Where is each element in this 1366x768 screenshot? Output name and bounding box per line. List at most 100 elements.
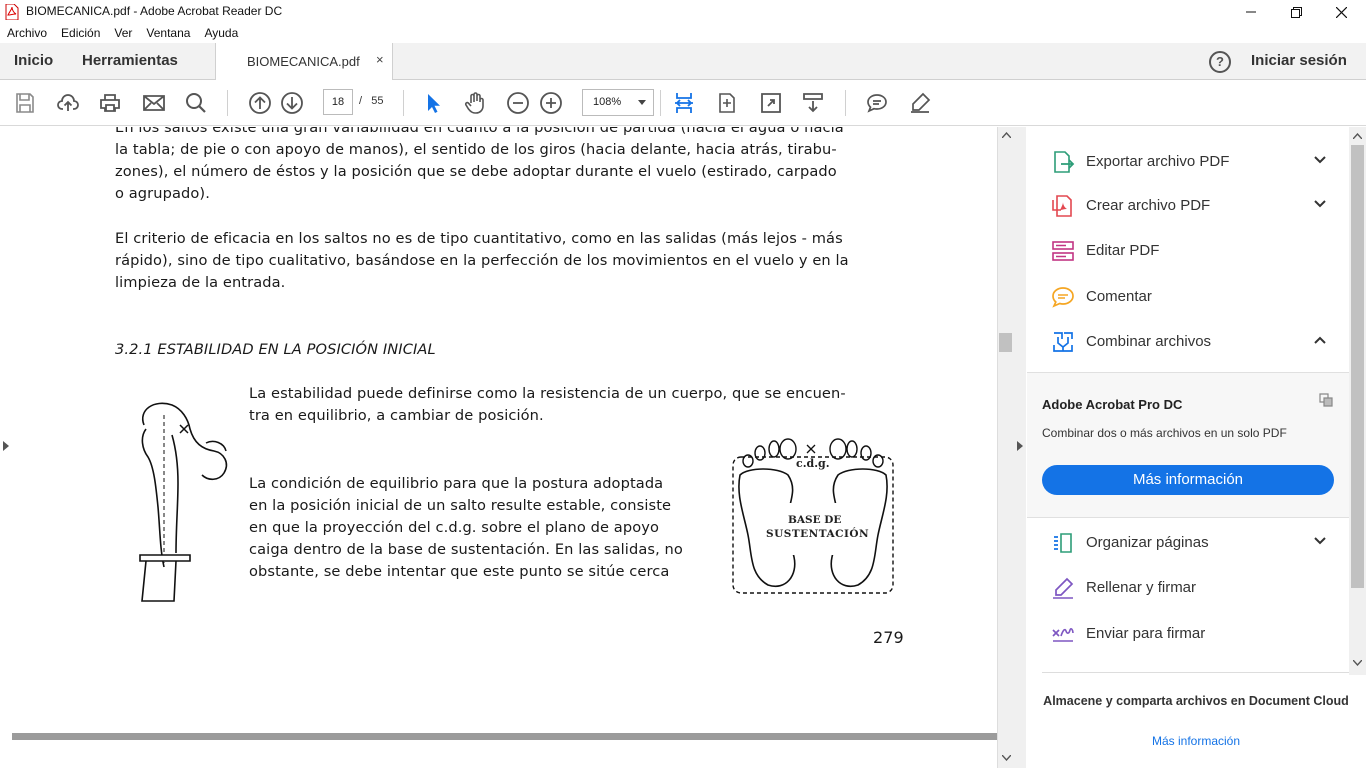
fullscreen-icon[interactable] <box>759 91 783 115</box>
menu-ventana[interactable]: Ventana <box>132 24 190 43</box>
document-scroll-thumb[interactable] <box>999 333 1012 352</box>
print-icon[interactable] <box>98 91 122 115</box>
maximize-button[interactable] <box>1273 0 1319 24</box>
prev-page-icon[interactable] <box>248 91 272 115</box>
comment-bubble-icon <box>1052 287 1074 308</box>
menu-ayuda[interactable]: Ayuda <box>190 24 238 43</box>
text-line: tra en equilibrio, a cambiar de posición… <box>249 407 544 424</box>
tool-label: Crear archivo PDF <box>1086 197 1211 214</box>
expand-left-pane-icon <box>3 441 9 451</box>
fill-sign-icon <box>1053 577 1074 599</box>
chevron-up-icon <box>1314 336 1326 344</box>
help-icon[interactable]: ? <box>1209 51 1231 73</box>
signin-button[interactable]: Iniciar sesión <box>1251 43 1347 79</box>
email-icon[interactable] <box>142 91 166 115</box>
tool-edit-pdf[interactable]: Editar PDF <box>1051 237 1337 265</box>
send-sign-icon <box>1052 627 1074 642</box>
rotate-icon[interactable] <box>715 91 739 115</box>
more-info-button[interactable]: Más información <box>1042 465 1334 495</box>
title-bar: BIOMECANICA.pdf - Adobe Acrobat Reader D… <box>0 0 1366 24</box>
organize-pages-icon <box>1054 533 1072 553</box>
promo-panel <box>1027 372 1349 518</box>
scroll-down-icon[interactable] <box>1002 755 1011 761</box>
minimize-button[interactable] <box>1228 0 1274 24</box>
scroll-mode-icon[interactable] <box>801 91 825 115</box>
tab-document[interactable]: BIOMECANICA.pdf × <box>215 43 393 80</box>
window-title: BIOMECANICA.pdf - Adobe Acrobat Reader D… <box>26 4 283 18</box>
pro-badge-icon <box>1319 393 1333 407</box>
close-window-button[interactable] <box>1318 0 1364 24</box>
acrobat-app-icon <box>5 4 19 20</box>
text-line: limpieza de la entrada. <box>115 274 286 291</box>
search-icon[interactable] <box>184 91 208 115</box>
text-line: La condición de equilibrio para que la p… <box>249 475 664 492</box>
close-tab-icon[interactable]: × <box>376 52 384 67</box>
tool-combine-files[interactable]: Combinar archivos <box>1051 328 1337 356</box>
tools-pane-scroll-thumb[interactable] <box>1351 145 1364 588</box>
menu-edicion[interactable]: Edición <box>47 24 100 43</box>
select-cursor-icon[interactable] <box>421 91 445 115</box>
page-separator: / <box>359 95 363 107</box>
text-line: en que la proyección del c.d.g. sobre el… <box>249 519 660 536</box>
cdg-label: c.d.g. <box>796 457 830 470</box>
section-heading: 3.2.1 ESTABILIDAD EN LA POSICIÓN INICIAL <box>115 341 436 358</box>
text-line: zones), el número de éstos y la posición… <box>115 163 837 180</box>
tool-label: Combinar archivos <box>1086 333 1212 350</box>
highlight-icon[interactable] <box>908 91 932 115</box>
toolbar-separator <box>403 90 404 116</box>
tool-export-pdf[interactable]: Exportar archivo PDF <box>1051 148 1337 176</box>
base-label-line1: BASE DE <box>788 514 842 526</box>
promo-description: Combinar dos o más archivos en un solo P… <box>1042 426 1287 440</box>
save-icon[interactable] <box>13 91 37 115</box>
cloud-storage-text: Almacene y comparta archivos en Document… <box>1043 694 1349 708</box>
toolbar-separator <box>227 90 228 116</box>
text-line: la tabla; de pie o con apoyo de manos), … <box>115 141 837 158</box>
left-pane-toggle[interactable] <box>0 127 12 768</box>
page-number-input[interactable]: 18 <box>323 89 353 115</box>
minimize-icon <box>1246 11 1256 13</box>
toolbar-separator <box>845 90 846 116</box>
tool-label: Rellenar y firmar <box>1086 579 1197 596</box>
zoom-value: 108% <box>593 96 622 108</box>
divider <box>1042 672 1350 673</box>
zoom-select[interactable]: 108% <box>582 89 654 116</box>
tools-pane-toggle[interactable] <box>1014 127 1026 768</box>
comment-icon[interactable] <box>865 91 889 115</box>
paragraph-1: En los saltos existe una gran variabilid… <box>115 127 915 205</box>
tool-send-sign[interactable]: Enviar para firmar <box>1051 620 1337 648</box>
tab-home[interactable]: Inicio <box>14 43 53 79</box>
tool-label: Exportar archivo PDF <box>1086 153 1230 170</box>
fit-page-icon[interactable] <box>672 91 696 115</box>
pdf-page: En los saltos existe una gran variabilid… <box>12 127 997 733</box>
edit-pdf-icon <box>1052 241 1074 261</box>
zoom-out-icon[interactable] <box>506 91 530 115</box>
upload-icon[interactable] <box>56 91 80 115</box>
combine-files-icon <box>1053 332 1073 352</box>
tool-fill-sign[interactable]: Rellenar y firmar <box>1051 574 1337 602</box>
zoom-in-icon[interactable] <box>539 91 563 115</box>
scroll-down-icon[interactable] <box>1353 660 1362 666</box>
tab-bar: Inicio Herramientas BIOMECANICA.pdf × ? … <box>0 43 1366 80</box>
scroll-up-icon[interactable] <box>1353 133 1362 139</box>
page-gap <box>12 733 997 740</box>
tool-create-pdf[interactable]: Crear archivo PDF <box>1051 192 1337 220</box>
chevron-down-icon <box>638 100 646 105</box>
paragraph-2: El criterio de eficacia en los saltos no… <box>115 228 915 294</box>
tab-tools[interactable]: Herramientas <box>82 43 178 79</box>
document-tab-label: BIOMECANICA.pdf <box>247 54 360 69</box>
tool-label: Enviar para firmar <box>1086 625 1206 642</box>
base-label-line2: SUSTENTACIÓN <box>766 528 870 540</box>
paragraph-3: La estabilidad puede definirse como la r… <box>249 383 914 427</box>
menu-archivo[interactable]: Archivo <box>0 24 47 43</box>
scroll-up-icon[interactable] <box>1002 132 1011 138</box>
text-line: obstante, se debe intentar que este punt… <box>249 563 670 580</box>
tool-label: Editar PDF <box>1086 242 1160 259</box>
next-page-icon[interactable] <box>280 91 304 115</box>
hand-icon[interactable] <box>463 91 487 115</box>
menu-ver[interactable]: Ver <box>100 24 132 43</box>
tool-organize-pages[interactable]: Organizar páginas <box>1051 529 1337 557</box>
tool-comment[interactable]: Comentar <box>1051 283 1337 311</box>
text-line: en la posición inicial de un salto resul… <box>249 497 672 514</box>
document-scrollbar[interactable] <box>997 127 1014 768</box>
cloud-more-info-link[interactable]: Más información <box>1042 734 1350 748</box>
